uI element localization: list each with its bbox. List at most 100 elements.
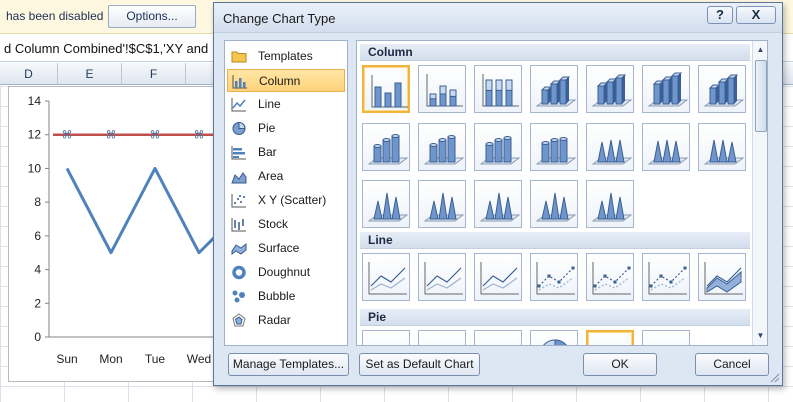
- column-subtype-2[interactable]: [418, 65, 466, 113]
- section-line-title: Line: [368, 233, 393, 247]
- chart-type-doughnut[interactable]: Doughnut: [227, 261, 345, 284]
- chart-type-column[interactable]: Column: [227, 69, 345, 92]
- pie-subtype-6[interactable]: [642, 330, 690, 345]
- close-button[interactable]: X: [736, 6, 776, 24]
- cancel-button[interactable]: Cancel: [695, 353, 769, 376]
- column-subtype-18[interactable]: [530, 180, 578, 228]
- pie-subtype-4[interactable]: [530, 330, 578, 345]
- set-default-chart-button[interactable]: Set as Default Chart: [359, 353, 480, 376]
- options-button[interactable]: Options...: [108, 5, 196, 28]
- column-header-f[interactable]: F: [122, 63, 186, 85]
- line-subtype-1-icon: [368, 262, 407, 295]
- pie-subtype-1[interactable]: [362, 330, 410, 345]
- column-subtype-18-icon: [535, 192, 577, 222]
- column-subtype-7[interactable]: [698, 65, 746, 113]
- section-column: Column: [360, 44, 750, 61]
- x-tick-label: Tue: [145, 352, 166, 366]
- line-subtype-4[interactable]: [530, 253, 578, 301]
- column-subtype-5[interactable]: [586, 65, 634, 113]
- security-message: has been disabled: [6, 9, 104, 23]
- chart-type-surface[interactable]: Surface: [227, 237, 345, 260]
- x-tick-label: Wed: [187, 352, 211, 366]
- column-subtype-16-icon: [423, 192, 465, 222]
- help-button[interactable]: ?: [707, 6, 733, 24]
- column-subtype-12-icon: [591, 139, 633, 165]
- column-header-d[interactable]: D: [0, 63, 58, 85]
- series-point-marker[interactable]: ⌘: [62, 130, 73, 142]
- chart-type-label: Templates: [258, 49, 313, 63]
- folder-icon: [231, 51, 247, 63]
- pie-subtype-3[interactable]: [474, 330, 523, 346]
- line-chart-icon: [231, 98, 246, 112]
- column-subtype-9[interactable]: [418, 123, 466, 171]
- column-subtype-14[interactable]: [698, 123, 746, 171]
- resize-grip-icon[interactable]: [770, 373, 780, 383]
- column-subtype-4[interactable]: [530, 65, 578, 113]
- column-subtype-8[interactable]: [362, 123, 410, 171]
- scroll-up-arrow-icon[interactable]: ▲: [754, 43, 767, 57]
- column-subtype-16[interactable]: [418, 180, 466, 228]
- chart-type-label: Line: [258, 97, 281, 111]
- column-subtype-10-icon: [479, 136, 521, 165]
- pie-subtype-5[interactable]: [586, 330, 636, 346]
- chart-type-label: Column: [259, 74, 301, 88]
- chart-type-label: Area: [258, 169, 284, 183]
- column-subtype-13[interactable]: [642, 123, 690, 171]
- column-subtype-6[interactable]: [642, 65, 690, 113]
- scroll-down-arrow-icon[interactable]: ▼: [754, 329, 767, 343]
- line-subtype-5-icon: [592, 262, 631, 295]
- column-subtype-12[interactable]: [586, 123, 634, 171]
- dialog-titlebar[interactable]: Change Chart Type ? X: [214, 3, 782, 33]
- scatter-chart-icon: [231, 194, 246, 208]
- line-subtype-6-icon: [648, 262, 687, 295]
- column-subtype-10[interactable]: [474, 123, 522, 171]
- line-subtype-2-icon: [424, 262, 463, 295]
- pie-subtype-3-icon: [475, 331, 523, 346]
- column-subtype-4-icon: [535, 76, 577, 107]
- column-subtype-11-icon: [535, 137, 577, 165]
- column-subtype-14-icon: [703, 139, 745, 165]
- manage-templates-button[interactable]: Manage Templates...: [228, 353, 349, 376]
- series-point-marker[interactable]: ⌘: [106, 130, 117, 142]
- column-subtype-11[interactable]: [530, 123, 578, 171]
- stock-chart-icon: [231, 218, 246, 232]
- pie-subtype-5-icon: [588, 332, 636, 346]
- series-point-marker[interactable]: ⌘: [194, 130, 205, 142]
- line-subtype-7-icon: [704, 262, 743, 295]
- pie-subtype-2[interactable]: [418, 330, 466, 345]
- line-subtype-1[interactable]: [362, 253, 410, 301]
- column-subtype-7-icon: [703, 74, 745, 107]
- gallery-scrollbar[interactable]: ▲ ▼: [752, 41, 767, 345]
- ok-button[interactable]: OK: [583, 353, 657, 376]
- column-subtype-15[interactable]: [362, 180, 410, 228]
- chart-type-radar[interactable]: Radar: [227, 309, 345, 332]
- line-subtype-2[interactable]: [418, 253, 466, 301]
- series-point-marker[interactable]: ⌘: [150, 130, 161, 142]
- scroll-thumb[interactable]: [755, 60, 767, 132]
- column-header-e[interactable]: E: [58, 63, 122, 85]
- column-subtype-19[interactable]: [586, 180, 634, 228]
- chart-type-line[interactable]: Line: [227, 93, 345, 116]
- chart-type-templates[interactable]: Templates: [227, 45, 345, 68]
- section-pie: Pie: [360, 309, 750, 326]
- chart-type-scatter[interactable]: X Y (Scatter): [227, 189, 345, 212]
- column-subtype-17[interactable]: [474, 180, 522, 228]
- line-subtype-4-icon: [536, 262, 575, 295]
- chart-type-pie[interactable]: Pie: [227, 117, 345, 140]
- column-subtype-3[interactable]: [474, 65, 522, 113]
- embedded-chart[interactable]: 14 12 10 8 6 4 2 0 Sun Mon Tue Wed ⌘ ⌘ ⌘ ⌘: [8, 86, 228, 382]
- line-subtype-5[interactable]: [586, 253, 634, 301]
- chart-type-bubble[interactable]: Bubble: [227, 285, 345, 308]
- column-subtype-8-icon: [367, 134, 409, 165]
- line-subtype-3[interactable]: [474, 253, 522, 301]
- column-subtype-3-icon: [482, 74, 519, 107]
- chart-type-area[interactable]: Area: [227, 165, 345, 188]
- column-subtype-1[interactable]: [362, 65, 410, 113]
- chart-type-bar[interactable]: Bar: [227, 141, 345, 164]
- chart-type-stock[interactable]: Stock: [227, 213, 345, 236]
- line-subtype-7[interactable]: [698, 253, 746, 301]
- column-chart-icon: [232, 75, 247, 89]
- series-line[interactable]: [65, 166, 223, 255]
- line-subtype-6[interactable]: [642, 253, 690, 301]
- area-chart-icon: [231, 172, 247, 184]
